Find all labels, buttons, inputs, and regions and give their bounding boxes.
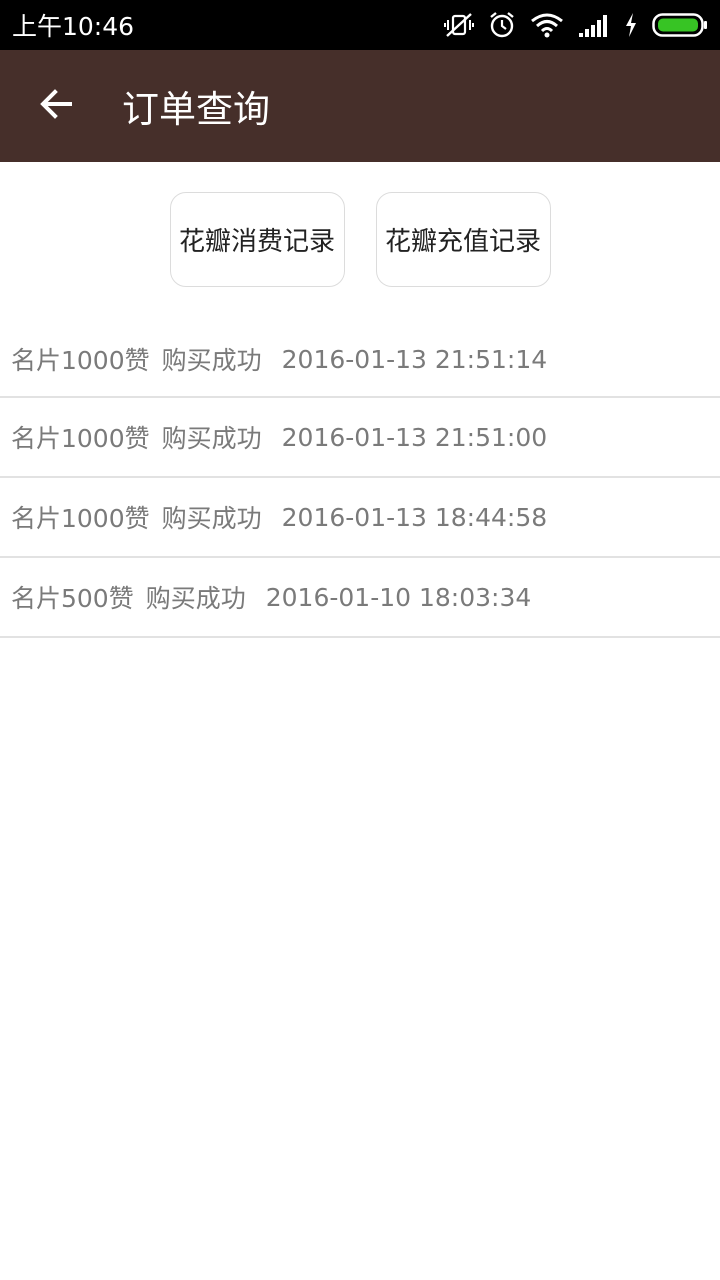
order-row[interactable]: 名片1000赞 购买成功 2016-01-13 18:44:58 [0, 478, 720, 558]
wifi-icon [530, 12, 564, 38]
order-status: 购买成功 [161, 346, 262, 375]
order-time: 2016-01-10 18:03:34 [265, 582, 532, 612]
order-row[interactable]: 名片1000赞 购买成功 2016-01-13 21:51:14 [0, 322, 720, 398]
signal-icon [578, 13, 610, 37]
charging-icon [624, 12, 638, 38]
battery-icon [652, 12, 708, 38]
order-status: 购买成功 [161, 424, 262, 453]
order-row[interactable]: 名片500赞 购买成功 2016-01-10 18:03:34 [0, 558, 720, 638]
order-name: 名片1000赞 [11, 504, 150, 533]
recharge-record-button[interactable]: 花瓣充值记录 [375, 192, 551, 287]
page-title: 订单查询 [122, 88, 270, 131]
order-time: 2016-01-13 18:44:58 [281, 502, 548, 532]
order-row[interactable]: 名片1000赞 购买成功 2016-01-13 21:51:00 [0, 398, 720, 478]
status-icons [444, 11, 708, 39]
order-name: 名片500赞 [11, 584, 134, 613]
screen: 上午10:46 订单查询 花瓣消费记录 花瓣充值记录 名片1000赞 购买成功 … [0, 0, 720, 1280]
vibrate-off-icon [444, 11, 474, 39]
status-bar: 上午10:46 [0, 0, 720, 50]
order-time: 2016-01-13 21:51:00 [281, 422, 548, 452]
consumption-record-button[interactable]: 花瓣消费记录 [169, 192, 345, 287]
order-list: 名片1000赞 购买成功 2016-01-13 21:51:14 名片1000赞… [0, 322, 720, 638]
app-bar: 订单查询 [0, 50, 720, 162]
alarm-icon [488, 11, 516, 39]
status-time: 上午10:46 [12, 12, 135, 41]
order-status: 购买成功 [161, 504, 262, 533]
arrow-left-icon [36, 84, 76, 128]
tab-row: 花瓣消费记录 花瓣充值记录 [0, 162, 720, 288]
back-button[interactable] [24, 74, 88, 138]
order-status: 购买成功 [145, 584, 246, 613]
order-name: 名片1000赞 [11, 346, 150, 375]
order-time: 2016-01-13 21:51:14 [281, 344, 548, 374]
order-name: 名片1000赞 [11, 424, 150, 453]
